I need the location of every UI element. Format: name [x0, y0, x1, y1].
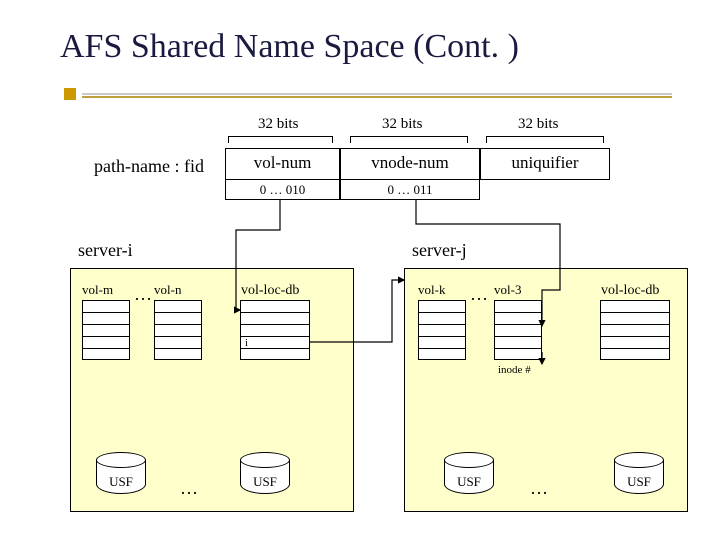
vldb-i-row1 — [241, 313, 309, 325]
usf-label-j-2: USF — [614, 474, 664, 490]
brace-vol-num — [228, 136, 333, 143]
path-name-label: path-name : fid — [94, 156, 204, 177]
vol-3-label: vol-3 — [494, 282, 521, 298]
vldb-j-row1 — [601, 313, 669, 325]
usf-label-i-2: USF — [240, 474, 290, 490]
fid-sub-vol-num: 0 … 010 — [225, 180, 340, 200]
server-i-label: server-i — [78, 240, 133, 261]
usf-label-i-1: USF — [96, 474, 146, 490]
usf-dots-i: … — [180, 478, 198, 499]
vldb-i-row4 — [241, 349, 309, 361]
vldb-j-label: vol-loc-db — [601, 283, 659, 299]
vldb-j-row4 — [601, 349, 669, 361]
vldb-j-row3 — [601, 337, 669, 349]
brace-vnode-num — [350, 136, 468, 143]
server-j-label: server-j — [412, 240, 467, 261]
usf-cyl-j-1: USF — [444, 452, 494, 496]
usf-cyl-i-1: USF — [96, 452, 146, 496]
slide-title: AFS Shared Name Space (Cont. ) — [60, 28, 519, 66]
usf-cyl-j-2: USF — [614, 452, 664, 496]
bits-label-3: 32 bits — [518, 116, 558, 133]
inode-num-label: inode # — [498, 364, 531, 376]
vol-dots-i: … — [134, 284, 152, 305]
vol-3-table — [494, 300, 542, 360]
bits-label-2: 32 bits — [382, 116, 422, 133]
vol-loc-db-j: vol-loc-db — [600, 300, 670, 360]
bits-label-1: 32 bits — [258, 116, 298, 133]
vldb-j-row0 — [601, 301, 669, 313]
usf-label-j-1: USF — [444, 474, 494, 490]
vol-m-label: vol-m — [82, 282, 113, 298]
fid-cell-uniquifier: uniquifier — [480, 148, 610, 180]
fid-cell-vol-num: vol-num — [225, 148, 340, 180]
vol-k-table — [418, 300, 466, 360]
vldb-i-label: vol-loc-db — [241, 283, 299, 299]
vol-loc-db-i: vol-loc-db i — [240, 300, 310, 360]
fid-cell-vnode-num: vnode-num — [340, 148, 480, 180]
vol-dots-j: … — [470, 284, 488, 305]
vldb-i-row3: i — [241, 337, 309, 349]
vol-n-table — [154, 300, 202, 360]
usf-dots-j: … — [530, 478, 548, 499]
brace-uniquifier — [486, 136, 604, 143]
vldb-i-row0 — [241, 301, 309, 313]
title-bullet-icon — [64, 88, 76, 100]
usf-cyl-i-2: USF — [240, 452, 290, 496]
vol-k-label: vol-k — [418, 282, 445, 298]
fid-sub-vnode-num: 0 … 011 — [340, 180, 480, 200]
vldb-j-row2 — [601, 325, 669, 337]
vol-n-label: vol-n — [154, 282, 181, 298]
vol-m-table — [82, 300, 130, 360]
vldb-i-row2 — [241, 325, 309, 337]
